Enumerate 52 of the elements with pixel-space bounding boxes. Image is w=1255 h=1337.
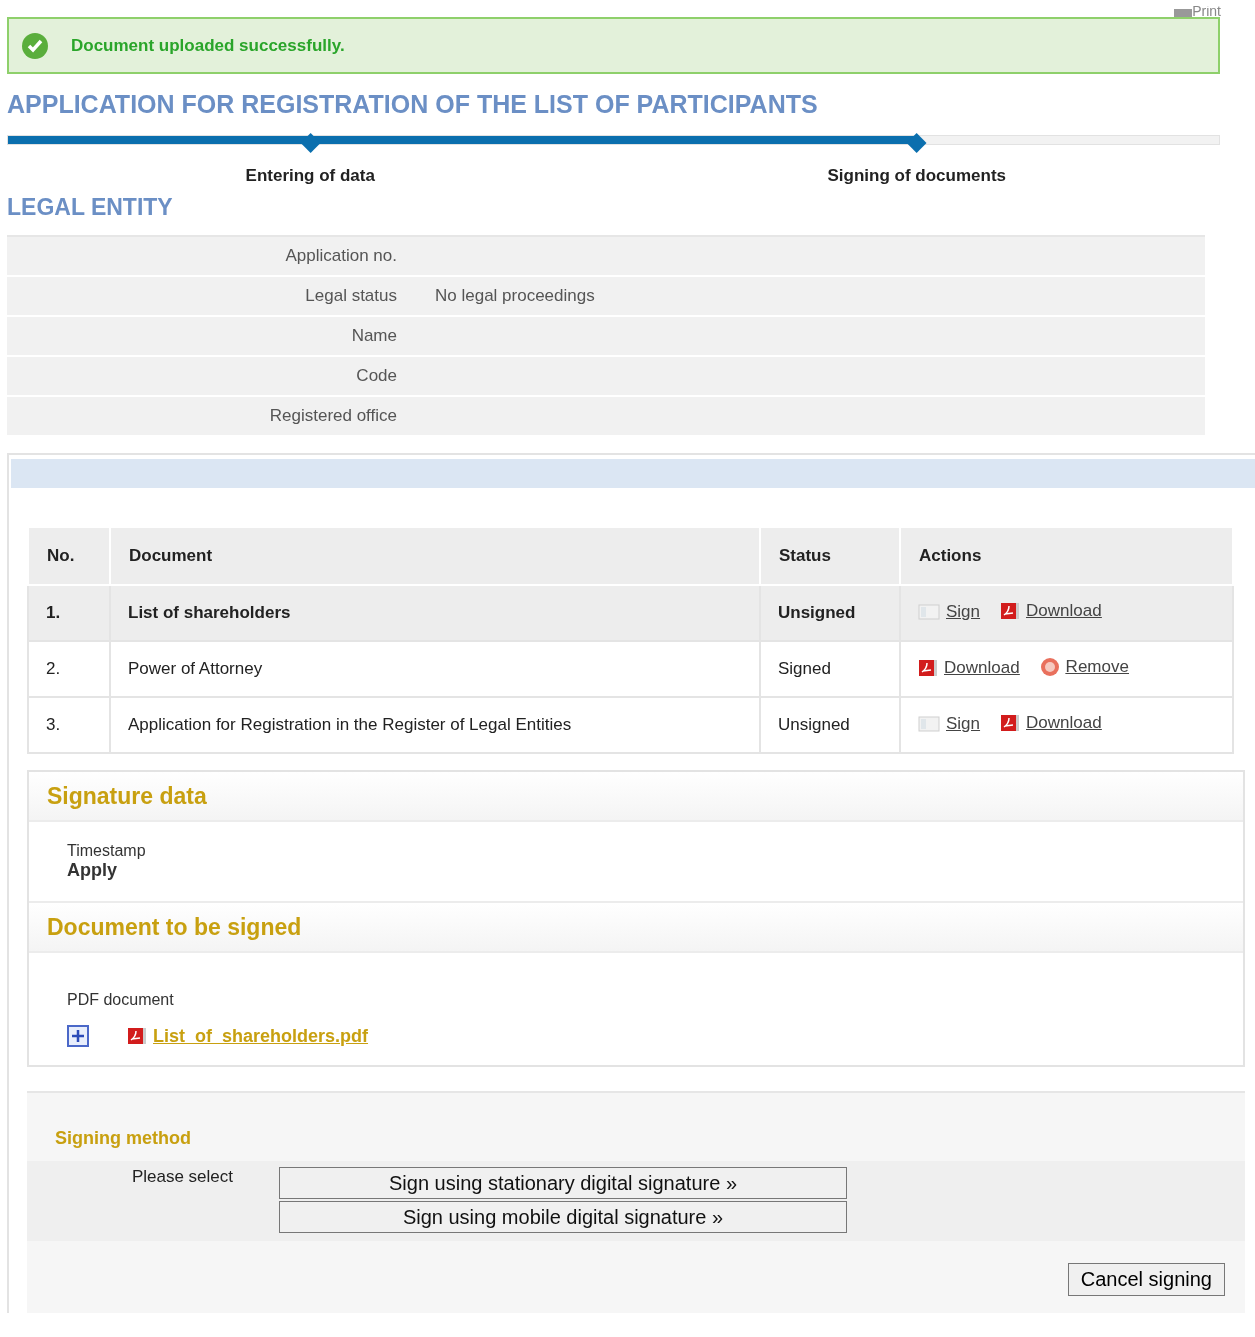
remove-icon — [1039, 656, 1060, 677]
pdf-icon — [1000, 714, 1021, 732]
document-row[interactable]: 1. List of shareholders Unsigned Sign Download — [28, 585, 1233, 641]
sign-button[interactable]: Sign using stationary digital signature » — [279, 1167, 847, 1199]
field-label: Timestamp — [67, 842, 147, 860]
document-icon — [918, 604, 940, 620]
table-cell: Unsigned — [760, 585, 900, 641]
table-cell: Power of Attorney — [110, 641, 760, 697]
column-header: No. — [28, 527, 110, 585]
download-link[interactable]: Download — [918, 657, 1020, 678]
table-cell: Application for Registration in the Register of Legal Entities — [110, 697, 760, 753]
step-label: Entering of data — [245, 166, 375, 186]
field-label: Name — [350, 326, 397, 346]
sign-link[interactable]: Sign — [918, 602, 981, 622]
table-cell: Signed — [760, 641, 900, 697]
pdf-icon — [918, 658, 938, 677]
step-label: Signing of documents — [827, 166, 1006, 186]
column-header: Status — [760, 527, 900, 585]
print-link[interactable]: Print — [1192, 6, 1221, 17]
pdf-icon — [127, 1027, 147, 1045]
cancel-button[interactable]: Cancel signing — [1067, 1263, 1225, 1296]
field-label: Legal status — [304, 286, 397, 306]
column-header: Document — [110, 527, 760, 585]
column-header: Actions — [900, 527, 1233, 585]
document-icon — [918, 716, 940, 732]
field-label: Please select — [131, 1167, 234, 1188]
field-value: Apply — [67, 860, 118, 881]
pdf-icon — [1000, 602, 1021, 620]
check-icon — [21, 31, 49, 60]
document-row[interactable]: 3. Application for Registration in the Register of Legal Entities Unsigned Sign Download — [28, 697, 1233, 753]
remove-link[interactable]: Remove — [1039, 656, 1129, 677]
field-label: Application no. — [284, 246, 397, 266]
download-link[interactable]: Download — [1000, 713, 1102, 733]
table-cell: 3. — [28, 697, 110, 753]
download-link[interactable]: Download — [1000, 601, 1102, 621]
section-heading: LEGAL ENTITY — [7, 194, 174, 221]
sign-link[interactable]: Sign — [918, 714, 981, 734]
panel-heading: Signing method — [54, 1127, 192, 1150]
field-label: Registered office — [268, 406, 397, 426]
sign-button[interactable]: Sign using mobile digital signature » — [279, 1201, 847, 1233]
alert-message: Document uploaded successfully. — [71, 35, 345, 56]
expand-icon[interactable] — [67, 1025, 89, 1047]
field-value: No legal proceedings — [435, 286, 596, 306]
page-title: APPLICATION FOR REGISTRATION OF THE LIST OF PARTICIPANTS — [7, 90, 819, 120]
field-label: Code — [355, 366, 397, 386]
document-row[interactable]: 2. Power of Attorney Signed Download Remove — [28, 641, 1233, 697]
table-cell: List of shareholders — [110, 585, 760, 641]
field-label: PDF document — [67, 991, 175, 1009]
printer-icon — [1174, 7, 1193, 17]
table-cell: 2. — [28, 641, 110, 697]
table-cell: Unsigned — [760, 697, 900, 753]
table-cell: 1. — [28, 585, 110, 641]
